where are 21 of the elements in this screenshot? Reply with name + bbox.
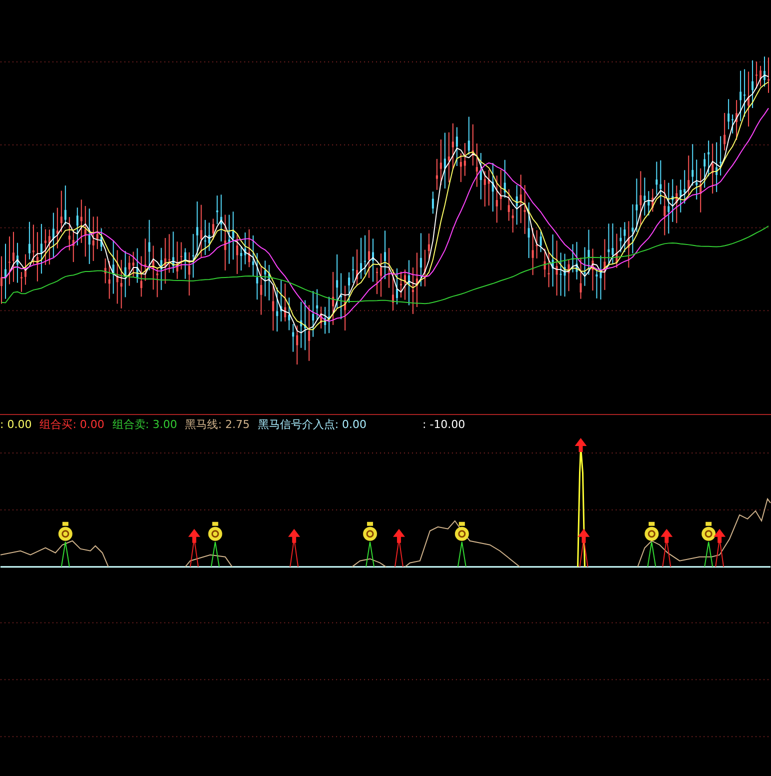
- money-bag-marker: [644, 522, 659, 568]
- up-arrow-marker: [288, 529, 300, 568]
- money-bag-marker: [58, 522, 72, 568]
- money-bag-marker: [454, 522, 469, 568]
- indicator-legend-item: 组合卖: 3.00: [112, 417, 178, 432]
- up-arrow-marker: [714, 529, 726, 568]
- up-arrow-marker: [578, 529, 590, 568]
- up-arrow-icon: [574, 438, 587, 452]
- money-bag-marker: [208, 522, 222, 568]
- up-arrow-marker: [188, 529, 200, 568]
- indicator-legend-item: : -10.00: [422, 418, 466, 432]
- indicator-legend-item: 组合买: 0.00: [40, 417, 104, 432]
- indicator-line: [352, 558, 386, 568]
- up-arrow-marker: [393, 529, 405, 568]
- indicator-legend-item: : 0.00: [0, 418, 32, 432]
- indicator-legend-item: 黑马线: 2.75: [185, 417, 250, 432]
- indicator-legend-item: 黑马信号介入点: 0.00: [258, 417, 367, 432]
- money-bag-marker: [702, 522, 716, 568]
- up-arrow-marker: [660, 529, 673, 568]
- money-bag-marker: [363, 522, 377, 568]
- indicator-line: [184, 554, 233, 568]
